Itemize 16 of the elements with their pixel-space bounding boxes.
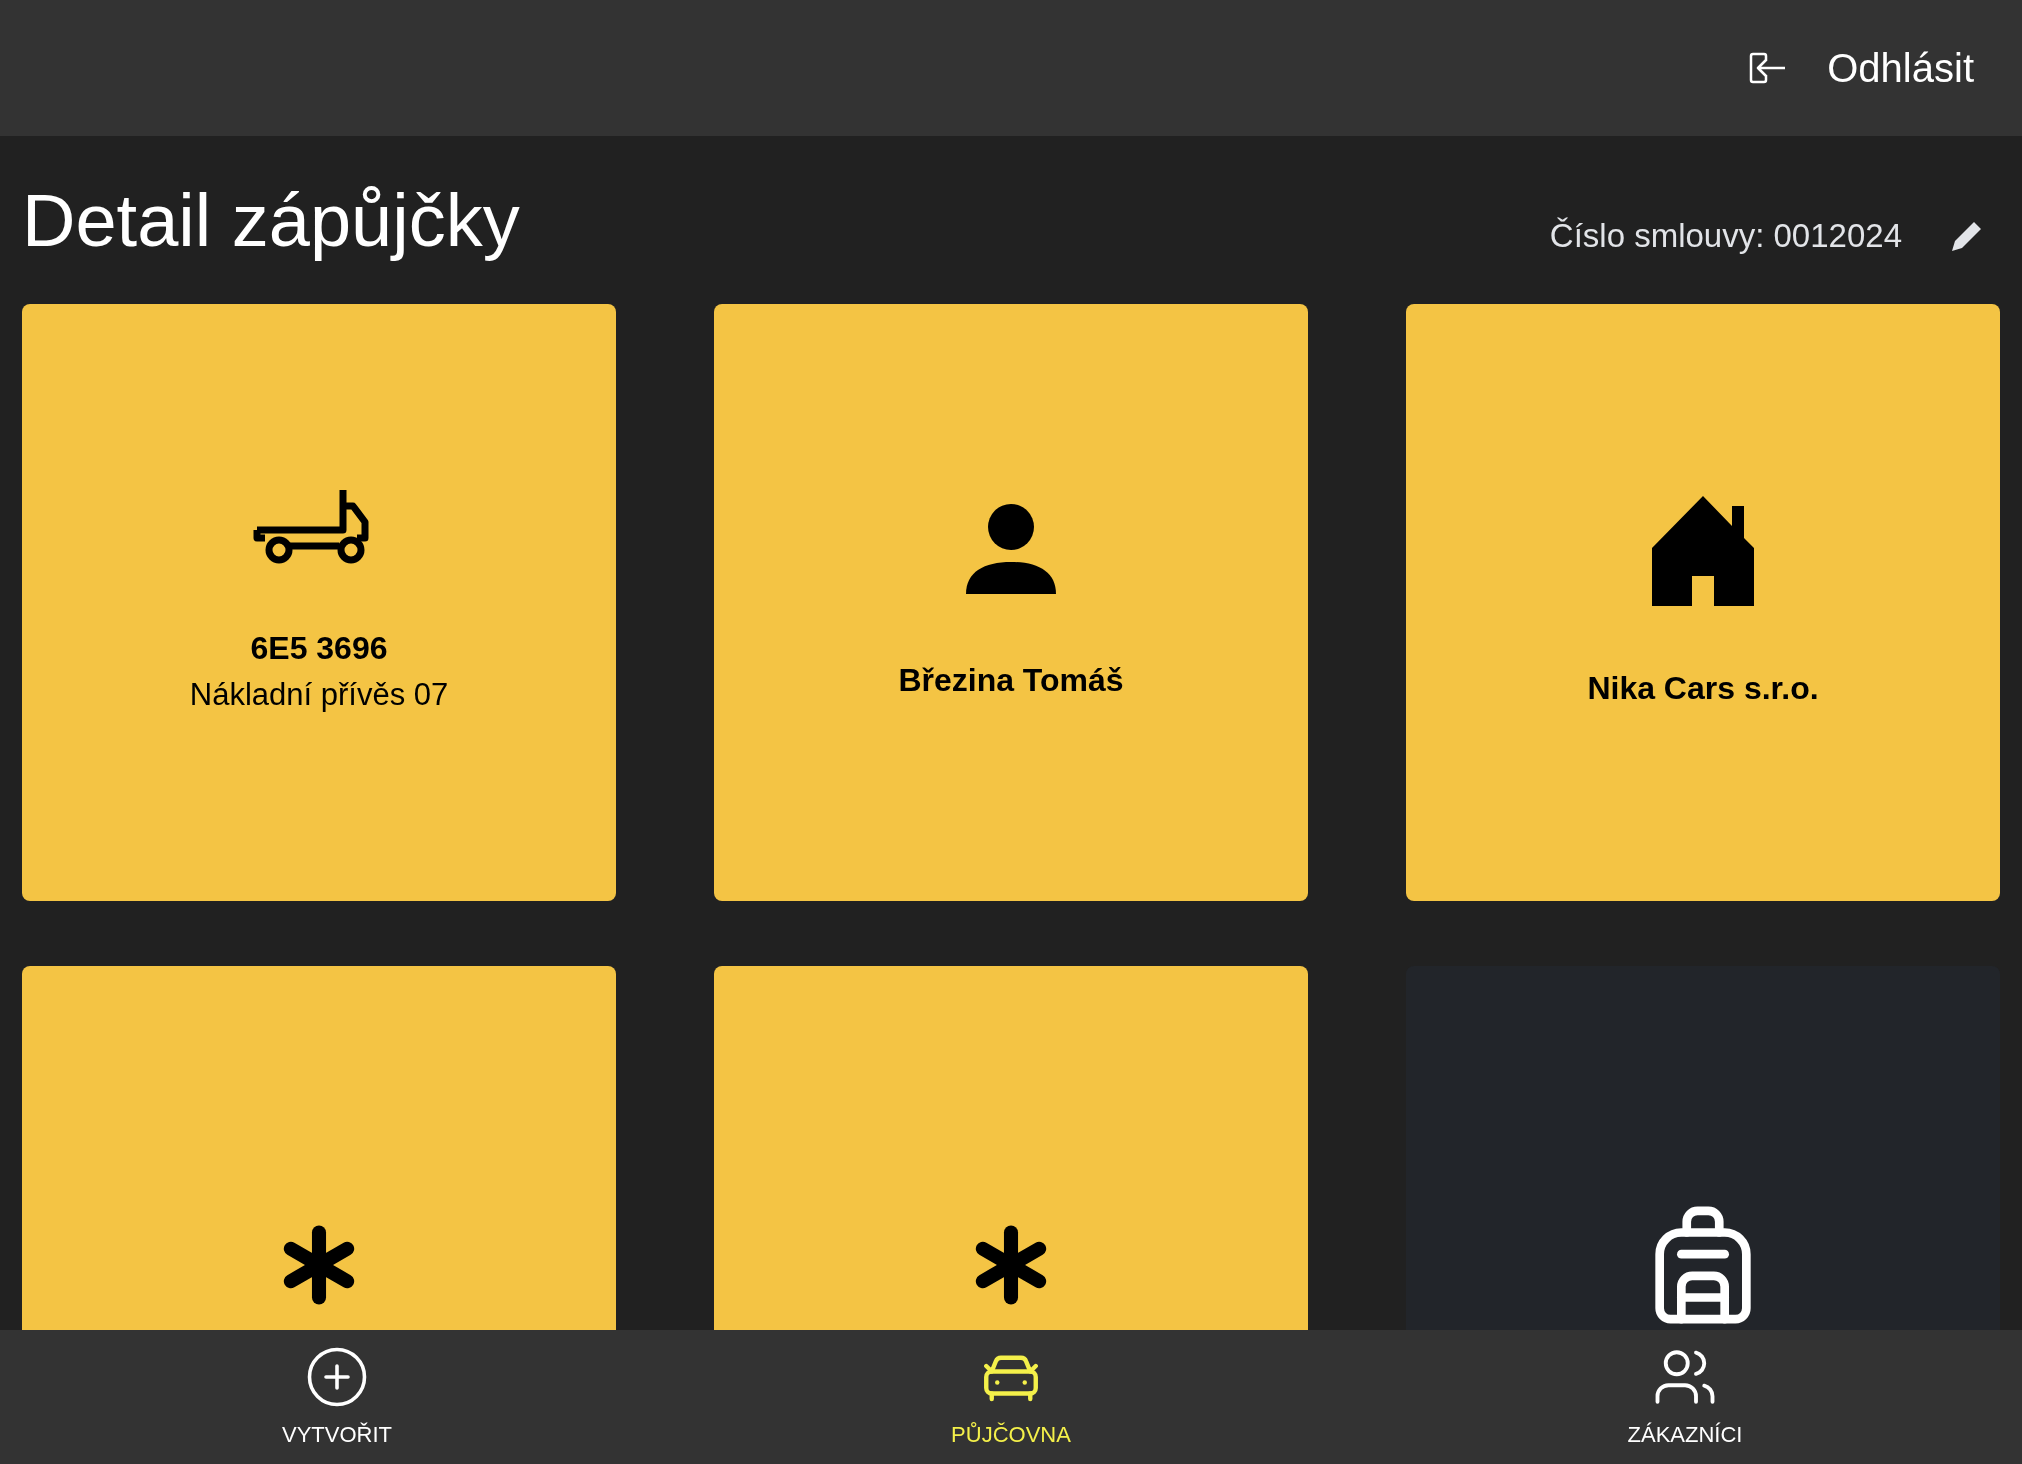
nav-tab[interactable]: ZÁKAZNÍCI: [1348, 1330, 2022, 1464]
card-title: 6E5 3696: [250, 629, 388, 669]
nav-tab[interactable]: PŮJČOVNA: [674, 1330, 1348, 1464]
card-subtitle: Nákladní přívěs 07: [189, 676, 449, 715]
card[interactable]: Březina Tomáš: [714, 304, 1308, 901]
contract-number: Číslo smlouvy: 0012024: [1549, 216, 1902, 257]
page-title: Detail zápůjčky: [22, 177, 520, 264]
pencil-icon: [1950, 219, 1984, 253]
card-title: Březina Tomáš: [898, 660, 1124, 700]
logout-button[interactable]: Odhlásit: [1749, 38, 1974, 98]
edit-button[interactable]: [1950, 219, 1984, 253]
logout-icon: [1749, 52, 1788, 84]
card[interactable]: 6E5 3696 Nákladní přívěs 07: [22, 304, 616, 901]
nav-tab[interactable]: VYTVOŘIT: [0, 1330, 674, 1464]
card[interactable]: Nika Cars s.r.o.: [1406, 304, 2000, 901]
card-title: Nika Cars s.r.o.: [1587, 668, 1819, 708]
